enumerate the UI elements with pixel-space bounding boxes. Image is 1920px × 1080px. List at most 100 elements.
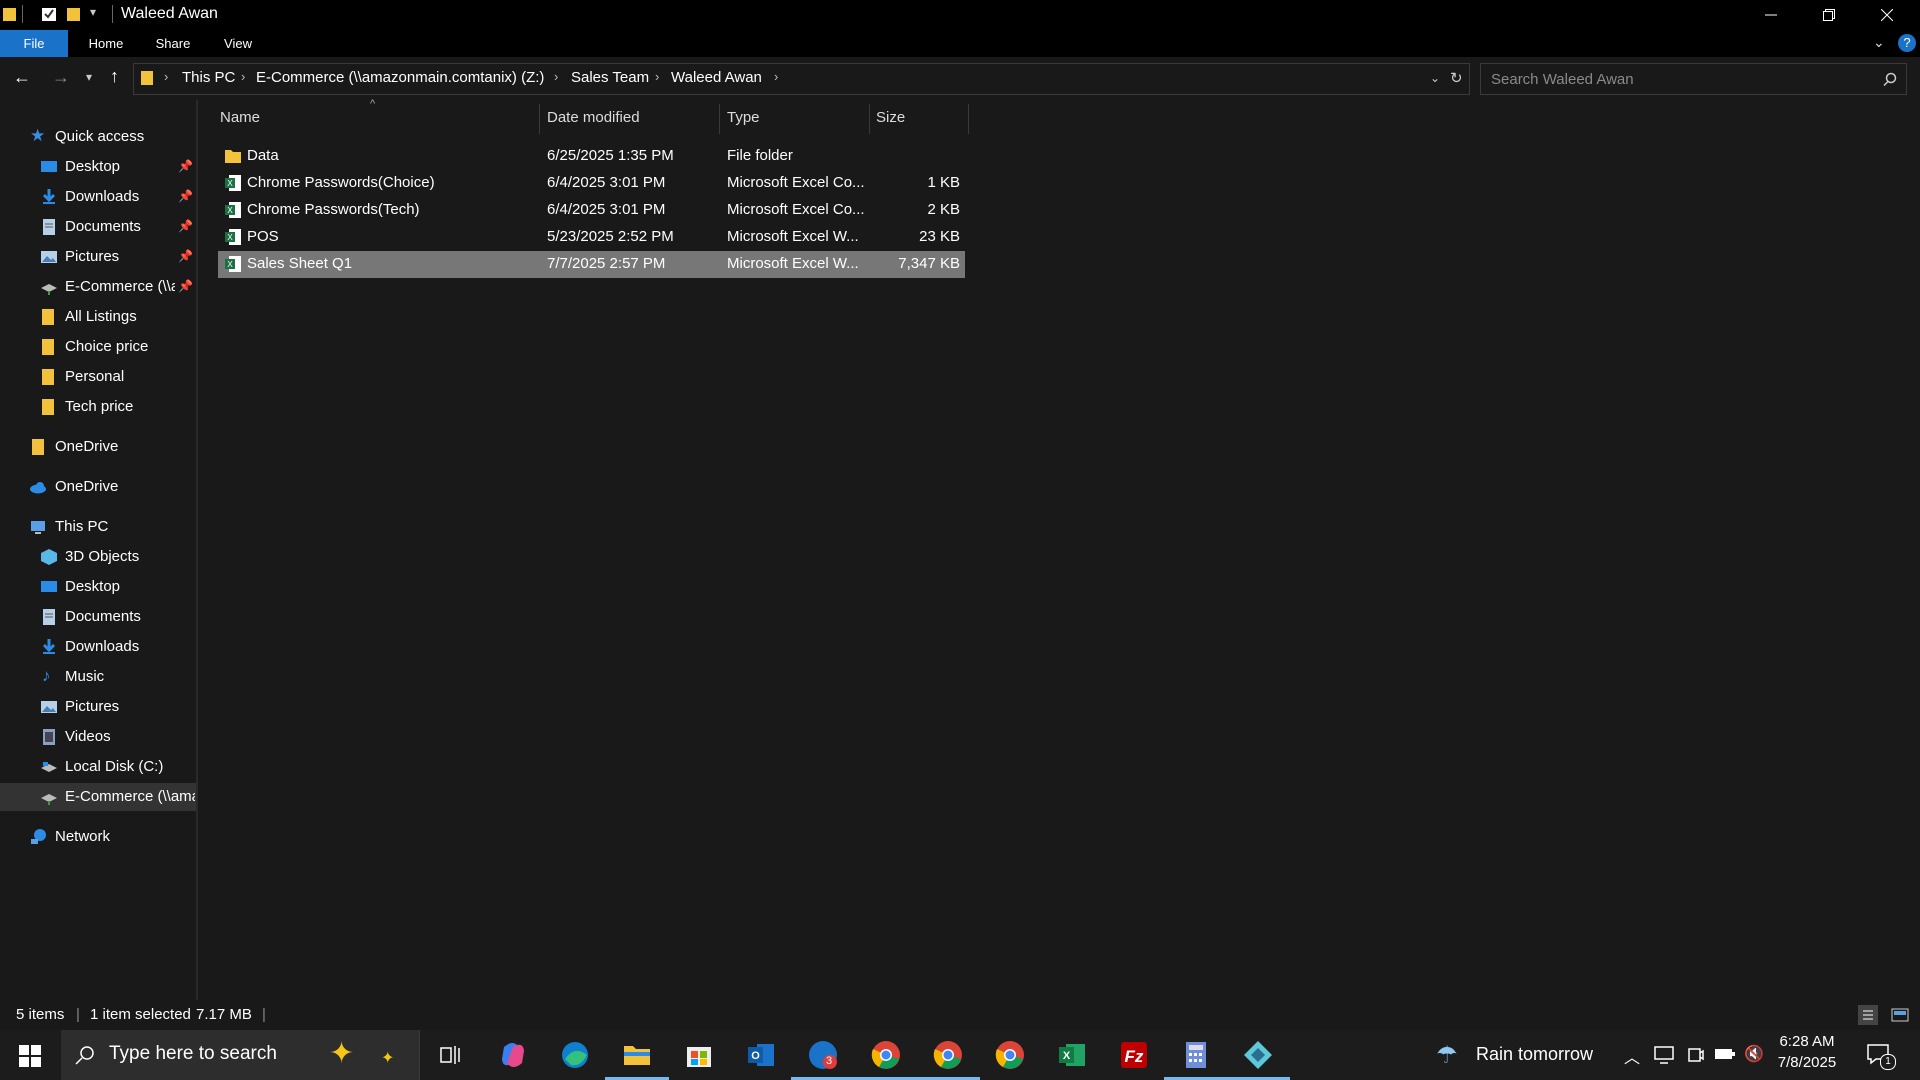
- nav-item-pictures[interactable]: Pictures 📌: [0, 243, 196, 271]
- rain-umbrella-icon[interactable]: ☂: [1436, 1041, 1458, 1070]
- minimize-button[interactable]: [1742, 0, 1800, 30]
- volume-muted-icon[interactable]: 🔇: [1744, 1044, 1764, 1064]
- taskbar-search-box[interactable]: Type here to search ✦ ✦: [61, 1030, 420, 1080]
- column-header-type[interactable]: Type: [727, 100, 867, 136]
- outlook-icon[interactable]: O: [741, 1038, 781, 1072]
- nav-item-personal[interactable]: Personal: [0, 363, 196, 391]
- nav-this-pc[interactable]: This PC: [0, 513, 196, 541]
- large-icons-view-icon[interactable]: [1890, 1005, 1910, 1025]
- column-divider[interactable]: [968, 104, 969, 134]
- calculator-icon[interactable]: [1164, 1038, 1228, 1080]
- sparkle-small-icon: ✦: [381, 1050, 395, 1067]
- filezilla-icon[interactable]: Fz: [1114, 1038, 1154, 1072]
- up-arrow-icon[interactable]: ↑: [110, 66, 119, 87]
- network-tray-icon[interactable]: [1654, 1046, 1674, 1064]
- nav-onedrive-folder[interactable]: OneDrive: [0, 433, 196, 461]
- chrome-profile-icon[interactable]: [916, 1038, 980, 1080]
- file-name: POS: [247, 228, 279, 245]
- nav-item-local-disk[interactable]: Local Disk (C:): [0, 753, 196, 781]
- file-date: 6/4/2025 3:01 PM: [547, 174, 666, 191]
- close-button[interactable]: [1858, 0, 1916, 30]
- close-icon: [1881, 9, 1893, 21]
- new-folder-icon[interactable]: [66, 5, 82, 23]
- details-view-icon[interactable]: [1858, 1005, 1878, 1025]
- back-arrow-icon[interactable]: ←: [13, 67, 31, 88]
- column-header-date-modified[interactable]: Date modified: [547, 100, 717, 136]
- show-hidden-icons-icon[interactable]: ︿: [1624, 1044, 1640, 1068]
- nav-item-desktop[interactable]: Desktop 📌: [0, 153, 196, 181]
- nav-item-all-listings[interactable]: All Listings: [0, 303, 196, 331]
- meet-now-icon[interactable]: [1688, 1046, 1704, 1064]
- excel-icon[interactable]: X: [1052, 1038, 1092, 1072]
- nav-quick-access[interactable]: ★ Quick access: [0, 123, 196, 151]
- nav-item-pc-desktop[interactable]: Desktop: [0, 573, 196, 601]
- weather-text[interactable]: Rain tomorrow: [1476, 1044, 1593, 1065]
- nav-item-downloads[interactable]: Downloads 📌: [0, 183, 196, 211]
- nav-item-e-commerce[interactable]: E-Commerce (\\amazonmain.comtanix) (Z:) …: [0, 273, 196, 301]
- chrome-icon[interactable]: [854, 1038, 918, 1080]
- column-divider[interactable]: [869, 104, 870, 134]
- nav-network[interactable]: Network: [0, 823, 196, 851]
- app-diamond-icon[interactable]: [1226, 1038, 1290, 1080]
- notification-center-icon[interactable]: 1: [1866, 1042, 1896, 1070]
- forward-arrow-icon[interactable]: →: [52, 67, 70, 88]
- breadcrumb-separator-icon: ›: [164, 69, 169, 84]
- nav-label: Pictures: [65, 698, 120, 715]
- help-icon[interactable]: ?: [1898, 34, 1916, 52]
- copilot-icon[interactable]: [493, 1038, 533, 1072]
- calendar-app-icon[interactable]: 3: [791, 1038, 855, 1080]
- column-header-name[interactable]: Name: [220, 100, 538, 136]
- nav-item-pc-downloads[interactable]: Downloads: [0, 633, 196, 661]
- chrome-alt-icon[interactable]: [990, 1038, 1030, 1072]
- nav-item-pc-e-commerce[interactable]: E-Commerce (\\amazonmain.comtanix) (Z:): [0, 783, 196, 811]
- tab-share[interactable]: Share: [151, 30, 195, 57]
- task-view-icon[interactable]: [430, 1038, 470, 1072]
- file-row[interactable]: X Chrome Passwords(Tech) 6/4/2025 3:01 P…: [218, 197, 965, 224]
- microsoft-store-icon[interactable]: [679, 1038, 719, 1072]
- nav-item-documents[interactable]: Documents 📌: [0, 213, 196, 241]
- tab-home[interactable]: Home: [84, 30, 128, 57]
- column-divider[interactable]: [539, 104, 540, 134]
- expand-ribbon-icon[interactable]: ⌄: [1873, 34, 1885, 51]
- cloud-icon: [30, 482, 46, 494]
- file-row-selected[interactable]: X Sales Sheet Q1 7/7/2025 2:57 PM Micros…: [218, 251, 965, 278]
- properties-icon[interactable]: [41, 5, 57, 23]
- file-row[interactable]: X POS 5/23/2025 2:52 PM Microsoft Excel …: [218, 224, 965, 251]
- nav-item-videos[interactable]: Videos: [0, 723, 196, 751]
- nav-onedrive[interactable]: OneDrive: [0, 473, 196, 501]
- customize-quick-access-icon[interactable]: ▾: [90, 5, 96, 19]
- status-bar: 5 items | 1 item selected 7.17 MB |: [0, 1000, 1920, 1030]
- file-explorer-icon[interactable]: [605, 1038, 669, 1080]
- restore-button[interactable]: [1800, 0, 1858, 30]
- breadcrumb-drive[interactable]: E-Commerce (\\amazonmain.comtanix) (Z:): [256, 69, 544, 86]
- search-box[interactable]: [1480, 63, 1907, 95]
- nav-item-music[interactable]: ♪ Music: [0, 663, 196, 691]
- address-dropdown-icon[interactable]: ⌄: [1430, 71, 1440, 85]
- search-input[interactable]: [1489, 70, 1873, 89]
- breadcrumb-waleed-awan[interactable]: Waleed Awan: [671, 69, 762, 86]
- nav-item-pc-documents[interactable]: Documents: [0, 603, 196, 631]
- address-bar[interactable]: › This PC › E-Commerce (\\amazonmain.com…: [133, 63, 1470, 95]
- refresh-icon[interactable]: ↻: [1450, 69, 1463, 87]
- column-header-size[interactable]: Size: [876, 100, 966, 136]
- search-icon[interactable]: [1883, 72, 1897, 86]
- windows-start-icon[interactable]: [19, 1045, 41, 1067]
- nav-item-pc-pictures[interactable]: Pictures: [0, 693, 196, 721]
- file-row[interactable]: X Chrome Passwords(Choice) 6/4/2025 3:01…: [218, 170, 965, 197]
- file-row[interactable]: Data 6/25/2025 1:35 PM File folder: [218, 143, 965, 170]
- nav-item-choice-price[interactable]: Choice price: [0, 333, 196, 361]
- column-divider[interactable]: [719, 104, 720, 134]
- recent-locations-icon[interactable]: ▾: [86, 70, 92, 84]
- battery-icon[interactable]: [1714, 1047, 1736, 1061]
- tab-view[interactable]: View: [220, 30, 256, 57]
- pane-divider[interactable]: [196, 100, 198, 1000]
- nav-label: Quick access: [55, 128, 145, 145]
- nav-item-3d-objects[interactable]: 3D Objects: [0, 543, 196, 571]
- item-count: 5 items: [16, 1006, 65, 1023]
- nav-item-tech-price[interactable]: Tech price: [0, 393, 196, 421]
- tab-file[interactable]: File: [0, 30, 68, 57]
- edge-icon[interactable]: [555, 1038, 595, 1072]
- breadcrumb-this-pc[interactable]: This PC: [182, 69, 235, 86]
- clock[interactable]: 6:28 AM 7/8/2025: [1772, 1033, 1842, 1071]
- breadcrumb-sales-team[interactable]: Sales Team: [571, 69, 649, 86]
